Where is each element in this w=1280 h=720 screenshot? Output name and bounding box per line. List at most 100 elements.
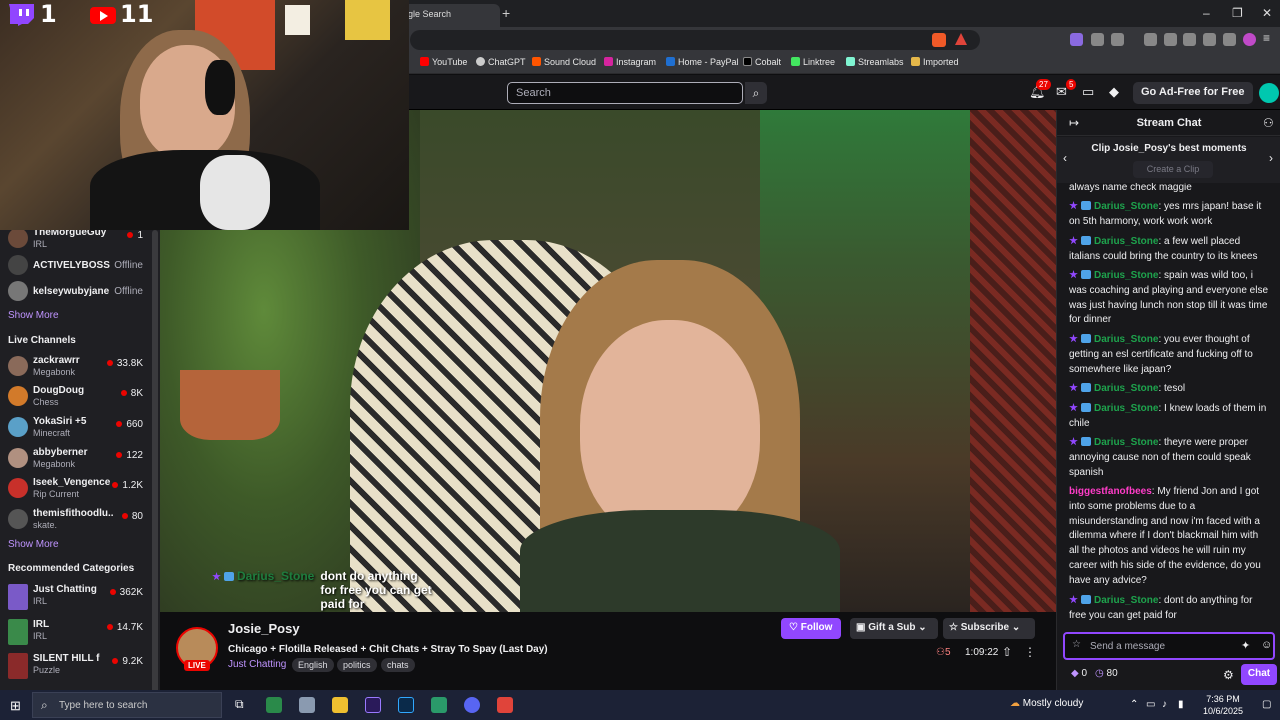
category-tag: Puzzle [33,665,61,675]
follow-button[interactable]: ♡ Follow [781,618,841,639]
bits-icon[interactable]: ✦ [1241,639,1250,652]
chat-username[interactable]: biggestfanofbees [1069,486,1152,497]
chat-username[interactable]: Darius_Stone [1094,270,1158,281]
subscribe-button[interactable]: ☆ Subscribe ⌄ [943,618,1035,639]
search-button[interactable]: ⌕ [745,82,767,104]
system-clock[interactable]: 7:36 PM 10/6/2025 [1203,693,1243,717]
sidebar-category[interactable]: SILENT HILL f Puzzle 9.2K [0,650,152,682]
media-icon[interactable] [1144,33,1157,46]
gift-sub-button[interactable]: ▣ Gift a Sub ⌄ [850,618,938,639]
bookmark-streamlabs[interactable]: Streamlabs [846,57,904,67]
browser-tab[interactable]: gle Search [400,4,500,27]
sidebar-live-channel[interactable]: Iseek_Vengence Rip Current 1.2K [0,474,152,504]
chat-username[interactable]: Darius_Stone [1094,201,1158,212]
file-explorer-icon[interactable] [332,697,348,713]
bookmark-youtube[interactable]: YouTube [420,57,467,67]
bookmark-folder-imported[interactable]: Imported [911,57,959,67]
stream-category-link[interactable]: Just Chatting [228,659,286,670]
extension-icon[interactable] [1111,33,1124,46]
chat-input[interactable]: ☆ Send a message ✦ ☺ [1063,632,1275,660]
chat-username[interactable]: Darius_Stone [1094,236,1158,247]
bookmark-soundcloud[interactable]: Sound Cloud [532,57,596,67]
chevron-right-icon[interactable]: › [1269,151,1273,165]
wallet-icon[interactable] [1203,33,1216,46]
show-more-link[interactable]: Show More [8,310,59,321]
show-more-link[interactable]: Show More [8,539,59,550]
sidebar-icon[interactable] [1183,33,1196,46]
bookmark-instagram[interactable]: Instagram [604,57,656,67]
user-avatar[interactable] [1259,83,1279,103]
address-bar[interactable] [410,30,980,50]
share-icon[interactable]: ⇧ [1002,645,1012,659]
profile-icon[interactable] [1243,33,1256,46]
sidebar-live-channel[interactable]: YokaSiri +5 Minecraft 660 [0,413,152,443]
photoshop-icon[interactable] [398,697,414,713]
chat-send-button[interactable]: Chat [1241,664,1277,685]
premiere-pro-icon[interactable] [365,697,381,713]
bookmark-paypal[interactable]: Home - PayPal [666,57,739,67]
sidebar-category[interactable]: IRL IRL 14.7K [0,616,152,648]
volume-icon[interactable]: ♪ [1162,699,1167,710]
tray-chevron-icon[interactable]: ⌃ [1130,699,1138,710]
chat-settings-icon[interactable]: ⚙ [1223,668,1234,682]
go-ad-free-button[interactable]: Go Ad-Free for Free [1133,82,1253,104]
taskbar-search[interactable]: ⌕ Type here to search [32,692,222,718]
task-view-icon[interactable]: ⧉ [235,697,251,713]
channel-points[interactable]: ◆ 0 ◷ 80 [1071,668,1118,679]
prime-badge-icon [1069,201,1078,210]
menu-icon[interactable]: ≡ [1263,31,1276,45]
sidebar-category[interactable]: Just Chatting IRL 362K [0,581,152,613]
search-input[interactable]: Search [507,82,743,104]
chat-bubble-icon[interactable]: ▭ [1082,84,1094,100]
app-icon[interactable] [431,697,447,713]
rewards-icon[interactable] [955,33,967,45]
viewer-count: ⚇5 [936,647,951,658]
sidebar-live-channel[interactable]: abbyberner Megabonk 122 [0,444,152,474]
sidebar-live-channel[interactable]: DougDoug Chess 8K [0,382,152,412]
tag-politics[interactable]: politics [337,658,377,672]
app-icon[interactable] [299,697,315,713]
battery-icon[interactable]: ▮ [1178,699,1184,710]
vpn-icon[interactable] [1223,33,1236,46]
minimize-button[interactable]: – [1203,6,1210,20]
extension-icon[interactable] [1070,33,1083,46]
restore-button[interactable]: ❐ [1232,6,1243,20]
chat-username[interactable]: Darius_Stone [1094,437,1158,448]
chat-username[interactable]: Darius_Stone [1094,595,1158,606]
more-options-icon[interactable]: ⋮ [1024,645,1036,659]
close-window-button[interactable]: ✕ [1262,6,1272,20]
network-icon[interactable]: ▭ [1146,699,1155,710]
create-clip-button[interactable]: Create a Clip [1133,161,1213,178]
channel-name[interactable]: Josie_Posy [228,621,300,636]
prime-badge-icon [212,572,221,581]
bookmark-cobalt[interactable]: Cobalt [743,57,781,67]
chat-message: Darius_Stone: dont do anything for free … [1069,595,1253,621]
windows-start-icon[interactable]: ⊞ [10,698,21,714]
tag-english[interactable]: English [292,658,334,672]
badge-picker-icon[interactable]: ☆ [1072,639,1081,650]
app-icon[interactable] [266,697,282,713]
notification-center-icon[interactable]: ▢ [1262,699,1271,710]
discord-icon[interactable] [464,697,480,713]
bookmark-chatgpt[interactable]: ChatGPT [476,57,526,67]
prime-badge-icon [1069,437,1078,446]
crown-icon[interactable]: ◆ [1109,84,1119,100]
sidebar-live-channel[interactable]: zackrawrr Megabonk 33.8K [0,352,152,382]
weather-widget[interactable]: ☁ Mostly cloudy [1010,698,1083,709]
emote-picker-icon[interactable]: ☺ [1261,639,1272,651]
puzzle-icon[interactable] [1091,33,1104,46]
sidebar-channel[interactable]: kelseywubyjane Offline [0,277,152,307]
brave-browser-icon[interactable] [497,697,513,713]
chat-username[interactable]: Darius_Stone [1094,383,1158,394]
sidebar-live-channel[interactable]: themisfithoodlu... skate. 80 [0,505,152,535]
community-icon[interactable]: ⚇ [1263,116,1274,130]
bookmark-linktree[interactable]: Linktree [791,57,835,67]
chat-username[interactable]: Darius_Stone [1094,403,1158,414]
sidebar-scrollbar[interactable] [152,230,158,700]
brave-shield-icon[interactable] [932,33,946,47]
tag-chats[interactable]: chats [381,658,415,672]
chat-username[interactable]: Darius_Stone [1094,334,1158,345]
search-icon: ⌕ [41,698,48,712]
bookmark-icon[interactable] [1164,33,1177,46]
new-tab-button[interactable]: + [502,5,510,21]
